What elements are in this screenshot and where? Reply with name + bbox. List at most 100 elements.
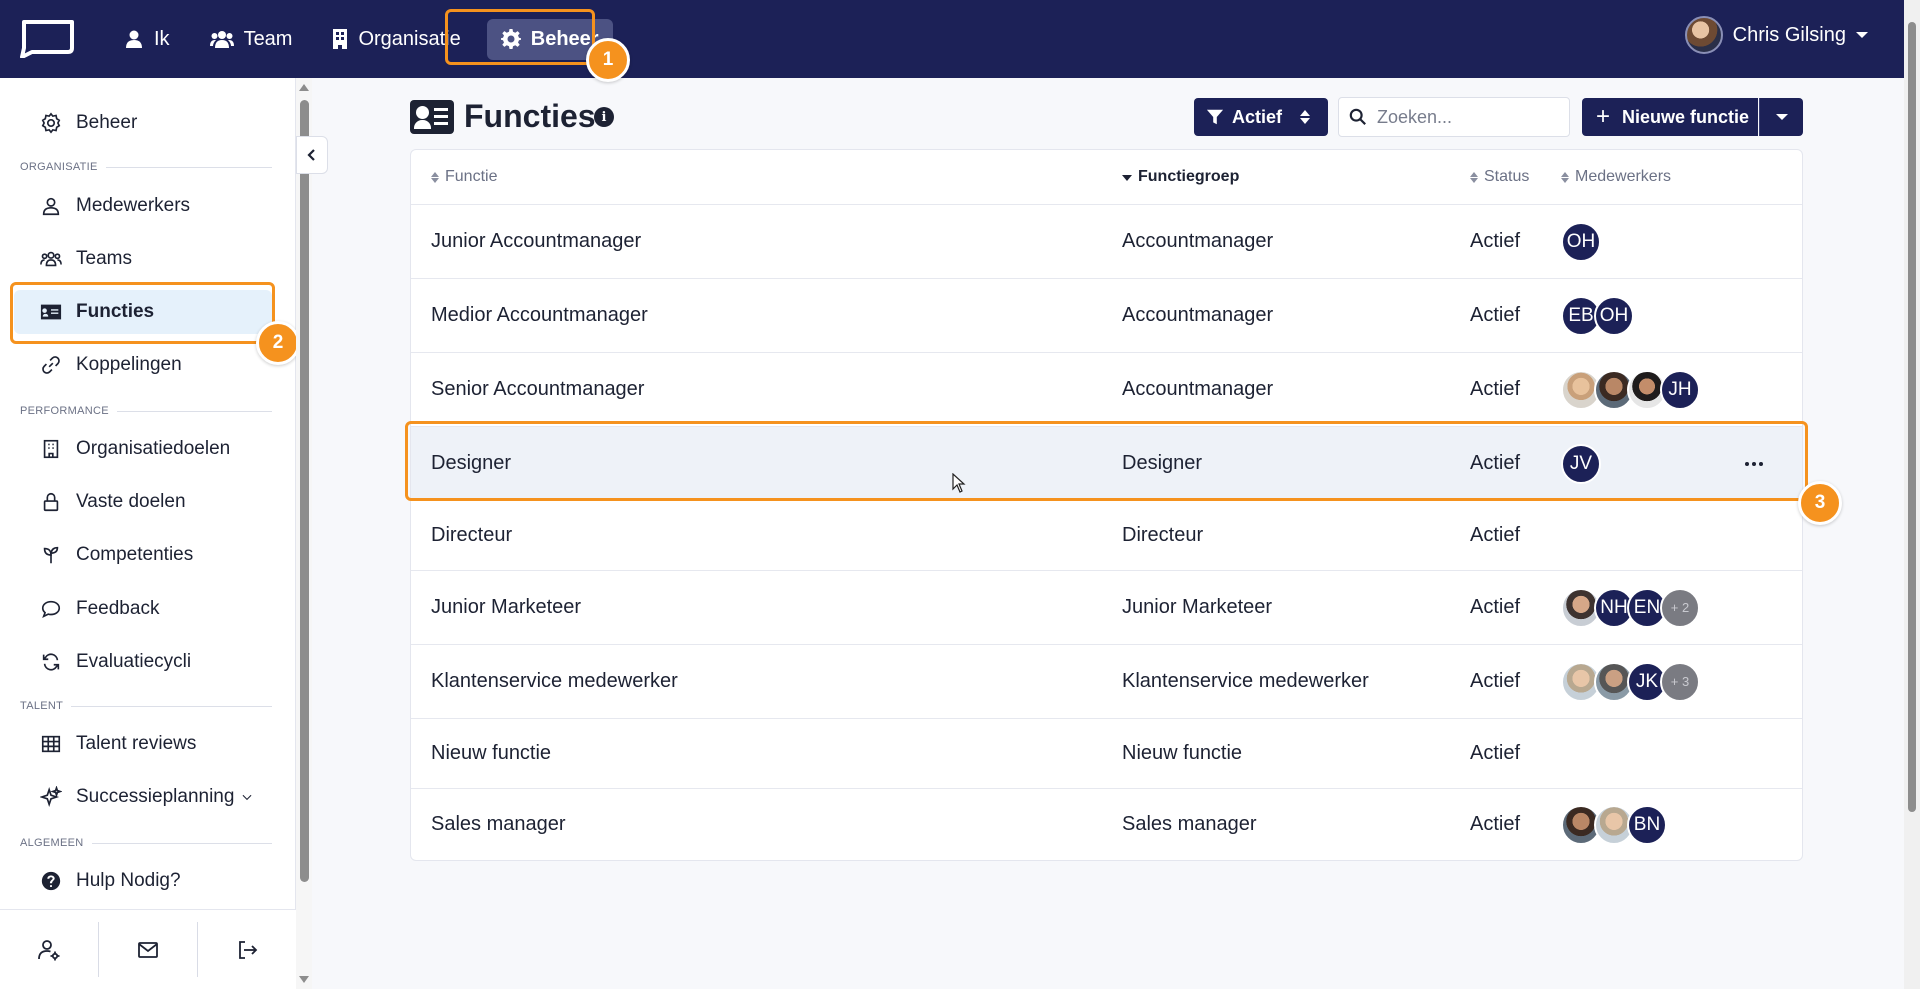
logout-button[interactable] [198,922,296,977]
avatar[interactable]: OH [1594,295,1634,336]
info-icon[interactable]: i [594,107,614,127]
cell-status: Actief [1470,813,1521,835]
users-icon [209,31,234,48]
sidebar-item-teams[interactable]: Teams [20,237,276,281]
sort-desc-icon [1122,175,1132,181]
building-icon [333,29,348,49]
column-label: Medewerkers [1575,168,1672,185]
column-header-status[interactable]: Status [1470,150,1529,204]
section-performance: PERFORMANCE [20,405,272,417]
cell-functie: Directeur [431,524,513,546]
section-label: ALGEMEEN [20,837,84,849]
cell-status: Actief [1470,304,1521,326]
table-row[interactable]: Medior Accountmanager Accountmanager Act… [411,278,1802,352]
sidebar-item-label: Beheer [76,112,138,133]
search-input[interactable] [1377,106,1557,128]
avatar-overflow-count[interactable]: + 2 [1660,587,1700,628]
id-card-icon [40,304,62,320]
messages-button[interactable] [99,922,198,977]
plus-icon: + [1596,103,1611,130]
sidebar-item-functies[interactable]: Functies [14,290,272,334]
table-row[interactable]: Senior Accountmanager Accountmanager Act… [411,352,1802,426]
sidebar-item-competenties[interactable]: Competenties [20,533,276,577]
logout-icon [239,940,258,959]
nav-team[interactable]: Team [196,19,307,60]
column-header-functiegroep[interactable]: Functiegroep [1122,150,1239,204]
sidebar-item-talent-reviews[interactable]: Talent reviews [20,722,276,766]
nav-organisatie[interactable]: Organisatie [318,19,474,60]
cell-functie: Junior Marketeer [431,596,582,618]
table-row[interactable]: Junior Accountmanager Accountmanager Act… [411,204,1802,278]
user-menu[interactable]: Chris Gilsing [1684,16,1868,54]
sidebar-item-beheer[interactable]: Beheer [20,101,276,145]
nav-ik[interactable]: Ik [110,19,184,60]
avatar[interactable]: JH [1660,369,1700,410]
cell-functie: Klantenservice medewerker [431,670,678,692]
sidebar-item-label: Successieplanning [76,786,235,807]
table-row-selected[interactable]: Designer Designer Actief JV [411,426,1802,500]
user-icon [42,197,60,216]
scroll-thumb[interactable] [1908,22,1916,812]
sidebar-item-organisatiedoelen[interactable]: Organisatiedoelen [20,427,276,471]
cell-functiegroep: Klantenservice medewerker [1122,670,1369,692]
new-function-dropdown[interactable] [1759,98,1803,136]
user-cog-icon [38,939,60,960]
table-row[interactable]: Nieuw functie Nieuw functie Actief [411,718,1802,788]
sidebar-item-vaste-doelen[interactable]: Vaste doelen [20,480,276,524]
sidebar-item-hulp[interactable]: Hulp Nodig? [20,859,276,903]
app-logo[interactable] [18,18,76,58]
table-row[interactable]: Klantenservice medewerker Klantenservice… [411,644,1802,718]
column-header-medewerkers[interactable]: Medewerkers [1561,150,1671,204]
column-header-functie[interactable]: Functie [431,150,497,204]
profile-settings-button[interactable] [0,922,99,977]
sidebar-item-medewerkers[interactable]: Medewerkers [20,184,276,228]
new-function-button[interactable]: + Nieuwe functie [1582,98,1758,136]
cell-status: Actief [1470,378,1521,400]
mouse-cursor-icon [952,473,966,493]
section-organisatie: ORGANISATIE [20,161,272,173]
scroll-up-arrow[interactable] [299,84,309,91]
avatar[interactable]: BN [1627,804,1667,845]
cell-functie: Senior Accountmanager [431,378,645,400]
sidebar-item-successieplanning[interactable]: Successieplanning [20,775,276,819]
page-scrollbar[interactable] [1904,0,1920,989]
sidebar-item-label: Evaluatiecycli [76,651,192,672]
sidebar-item-label: Hulp Nodig? [76,870,181,891]
more-actions-icon[interactable] [1745,427,1763,500]
sidebar-item-koppelingen[interactable]: Koppelingen [20,343,276,387]
refresh-icon [42,653,60,671]
sidebar-item-feedback[interactable]: Feedback [20,587,276,631]
search-icon [1349,108,1366,125]
cell-functie: Sales manager [431,813,566,835]
avatar[interactable]: JV [1561,443,1601,484]
cell-functie: Medior Accountmanager [431,304,648,326]
column-label: Functiegroep [1138,168,1240,185]
main-nav: Ik Team Organisatie Beheer [110,0,613,78]
question-icon [41,871,61,891]
sidebar-scrollbar[interactable] [296,78,312,989]
cell-status: Actief [1470,230,1521,252]
scroll-down-arrow[interactable] [299,976,309,983]
users-icon [40,251,62,267]
scroll-thumb[interactable] [300,100,309,882]
new-function-label: Nieuwe functie [1622,106,1750,127]
avatar [1684,16,1723,54]
cell-status: Actief [1470,596,1521,618]
lock-icon [43,492,59,512]
top-navbar: Ik Team Organisatie Beheer Chris Gilsing [0,0,1920,78]
sidebar-item-evaluatiecycli[interactable]: Evaluatiecycli [20,640,276,684]
avatar[interactable]: OH [1561,221,1601,262]
section-label: ORGANISATIE [20,161,98,173]
sidebar-item-label: Feedback [76,598,160,619]
cell-status: Actief [1470,452,1521,474]
section-algemeen: ALGEMEEN [20,837,272,849]
table-row[interactable]: Directeur Directeur Actief [411,500,1802,570]
table-row[interactable]: Sales manager Sales manager Actief BN [411,788,1802,860]
search-box[interactable] [1338,97,1570,137]
sidebar-item-label: Functies [76,301,155,322]
table-row[interactable]: Junior Marketeer Junior Marketeer Actief… [411,570,1802,644]
collapse-sidebar-button[interactable] [296,136,328,174]
status-filter-button[interactable]: Actief [1194,98,1328,136]
column-label: Status [1484,168,1530,185]
avatar-overflow-count[interactable]: + 3 [1660,661,1700,702]
